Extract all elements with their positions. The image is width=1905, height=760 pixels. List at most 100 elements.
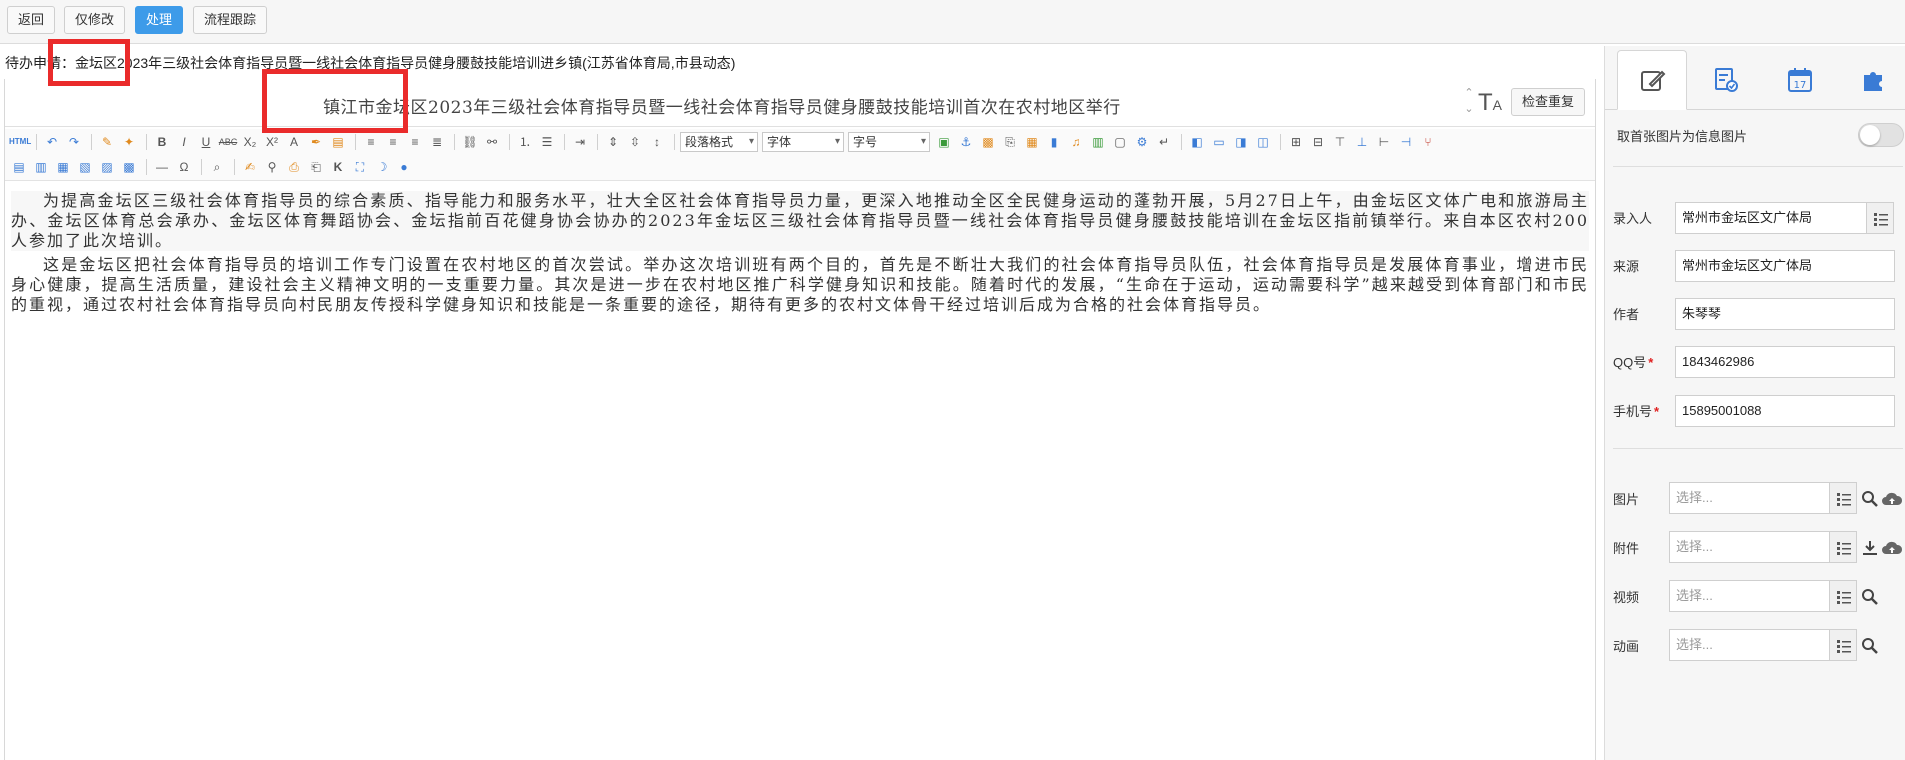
anchor-icon[interactable]: ⚓	[956, 132, 976, 152]
attachment-icon[interactable]: ⎘	[1000, 132, 1020, 152]
flow-trace-button[interactable]: 流程跟踪	[193, 6, 268, 34]
underline-icon[interactable]: U	[196, 132, 216, 152]
indent-icon[interactable]: ⇥	[570, 132, 590, 152]
k-format-icon[interactable]: K	[328, 157, 348, 177]
align-justify-icon[interactable]: ≣	[427, 132, 447, 152]
search-icon[interactable]	[1861, 637, 1879, 655]
insert-image-icon[interactable]: ▣	[934, 132, 954, 152]
insert-photo-icon[interactable]: ▩	[978, 132, 998, 152]
article-title-input[interactable]: 镇江市金坛区2023年三级社会体育指导员暨一线社会体育指导员健身腰鼓技能培训首次…	[323, 93, 1121, 118]
tab-review[interactable]	[1691, 50, 1761, 110]
animation-select-button[interactable]	[1829, 629, 1857, 661]
first-image-toggle[interactable]	[1858, 123, 1904, 147]
attachment-select-button[interactable]	[1829, 531, 1857, 563]
insert-table-icon[interactable]: ⊞	[1286, 132, 1306, 152]
font-family-select[interactable]: 字体	[762, 132, 844, 152]
delete-column-icon[interactable]: ⊣	[1396, 132, 1416, 152]
template-icon[interactable]: ⎙	[284, 157, 304, 177]
entry-person-field[interactable]: 常州市金坛区文广体局	[1675, 202, 1867, 234]
insert-column-icon[interactable]: ⊢	[1374, 132, 1394, 152]
tab-edit[interactable]	[1617, 50, 1687, 110]
image-none-icon[interactable]: ▭	[1209, 132, 1229, 152]
mobile-field[interactable]: 15895001088	[1675, 395, 1895, 427]
image-select-field[interactable]: 选择...	[1669, 482, 1830, 514]
font-size-select[interactable]: 字号	[848, 132, 930, 152]
superscript-icon[interactable]: X²	[262, 132, 282, 152]
row-spacing-icon[interactable]: ↕	[647, 132, 667, 152]
spellcheck-icon[interactable]: ✍	[240, 157, 260, 177]
highlight-color-icon[interactable]: ✒	[306, 132, 326, 152]
editor-content[interactable]: 为提高金坛区三级社会体育指导员的综合素质、指导能力和服务水平，壮大全区社会体育指…	[11, 191, 1589, 319]
search-icon[interactable]	[1861, 588, 1879, 606]
split-cells-icon[interactable]: ⑂	[1418, 132, 1438, 152]
paste-icon[interactable]: ▤	[328, 132, 348, 152]
delete-table-icon[interactable]: ⊟	[1308, 132, 1328, 152]
process-button[interactable]: 处理	[135, 6, 184, 34]
redo-icon[interactable]: ↷	[64, 132, 84, 152]
download-icon[interactable]	[1861, 539, 1879, 557]
align-center-icon[interactable]: ≡	[383, 132, 403, 152]
fullscreen-icon[interactable]: ⛶	[350, 157, 370, 177]
image-left-icon[interactable]: ◧	[1187, 132, 1207, 152]
cloud-upload-icon[interactable]	[1881, 539, 1903, 557]
code-icon[interactable]: ⚙	[1132, 132, 1152, 152]
html-source-icon[interactable]: HTML	[9, 132, 31, 152]
preview-icon[interactable]: ⎗	[306, 157, 326, 177]
paragraph-spacing-icon[interactable]: ⇳	[625, 132, 645, 152]
image-right-icon[interactable]: ◨	[1231, 132, 1251, 152]
ordered-list-icon[interactable]: ⒈	[515, 132, 535, 152]
insert-video-icon[interactable]: ▮	[1044, 132, 1064, 152]
video-select-button[interactable]	[1829, 580, 1857, 612]
search-replace-icon[interactable]: ⚲	[262, 157, 282, 177]
entry-person-select-button[interactable]	[1866, 202, 1894, 234]
undo-icon[interactable]: ↶	[42, 132, 62, 152]
page-break-icon[interactable]: ↵	[1154, 132, 1174, 152]
modify-only-button[interactable]: 仅修改	[64, 6, 126, 34]
cloud-upload-icon[interactable]	[1881, 490, 1903, 508]
title-resize-arrows[interactable]: ⌃ ⌄	[1462, 85, 1476, 119]
align-right-icon[interactable]: ≡	[405, 132, 425, 152]
binoculars-icon[interactable]: ⌕	[207, 157, 227, 177]
check-duplicate-button[interactable]: 检查重复	[1511, 88, 1586, 116]
night-mode-icon[interactable]: ☽	[372, 157, 392, 177]
merge-cells-icon[interactable]: ▤	[9, 157, 29, 177]
bold-icon[interactable]: B	[152, 132, 172, 152]
line-spacing-icon[interactable]: ⇕	[603, 132, 623, 152]
music-icon[interactable]: ♫	[1066, 132, 1086, 152]
delete-row-icon[interactable]: ⊥	[1352, 132, 1372, 152]
qq-field[interactable]: 1843462986	[1675, 346, 1895, 378]
tab-plugins[interactable]	[1839, 50, 1905, 110]
split-cols-icon[interactable]: ▨	[97, 157, 117, 177]
subscript-icon[interactable]: X₂	[240, 132, 260, 152]
unordered-list-icon[interactable]: ☰	[537, 132, 557, 152]
paragraph-format-select[interactable]: 段落格式	[680, 132, 758, 152]
strikethrough-icon[interactable]: ABC	[218, 132, 238, 152]
special-char-icon[interactable]: Ω	[174, 157, 194, 177]
align-left-icon[interactable]: ≡	[361, 132, 381, 152]
image-gallery-icon[interactable]: ▦	[1022, 132, 1042, 152]
video-select-field[interactable]: 选择...	[1669, 580, 1830, 612]
font-color-icon[interactable]: A	[284, 132, 304, 152]
attachment-select-field[interactable]: 选择...	[1669, 531, 1830, 563]
font-size-icon[interactable]: TA	[1478, 89, 1502, 117]
image-center-icon[interactable]: ◫	[1253, 132, 1273, 152]
format-painter-icon[interactable]: ✦	[119, 132, 139, 152]
horizontal-rule-icon[interactable]: —	[152, 157, 172, 177]
color-circle-icon[interactable]: ●	[394, 157, 414, 177]
insert-row-icon[interactable]: ⊤	[1330, 132, 1350, 152]
search-icon[interactable]	[1861, 490, 1879, 508]
back-button[interactable]: 返回	[7, 6, 56, 34]
unlink-icon[interactable]: ⚯	[482, 132, 502, 152]
italic-icon[interactable]: I	[174, 132, 194, 152]
author-field[interactable]: 朱琴琴	[1675, 298, 1895, 330]
animation-select-field[interactable]: 选择...	[1669, 629, 1830, 661]
tab-calendar[interactable]: 17	[1765, 50, 1835, 110]
merge-down-icon[interactable]: ▦	[53, 157, 73, 177]
source-field[interactable]: 常州市金坛区文广体局	[1675, 250, 1895, 282]
merge-right-icon[interactable]: ▥	[31, 157, 51, 177]
image-select-button[interactable]	[1829, 482, 1857, 514]
insert-frame-icon[interactable]: ▢	[1110, 132, 1130, 152]
split-rows-icon[interactable]: ▧	[75, 157, 95, 177]
eraser-icon[interactable]: ✎	[97, 132, 117, 152]
link-icon[interactable]: ⛓	[460, 132, 480, 152]
